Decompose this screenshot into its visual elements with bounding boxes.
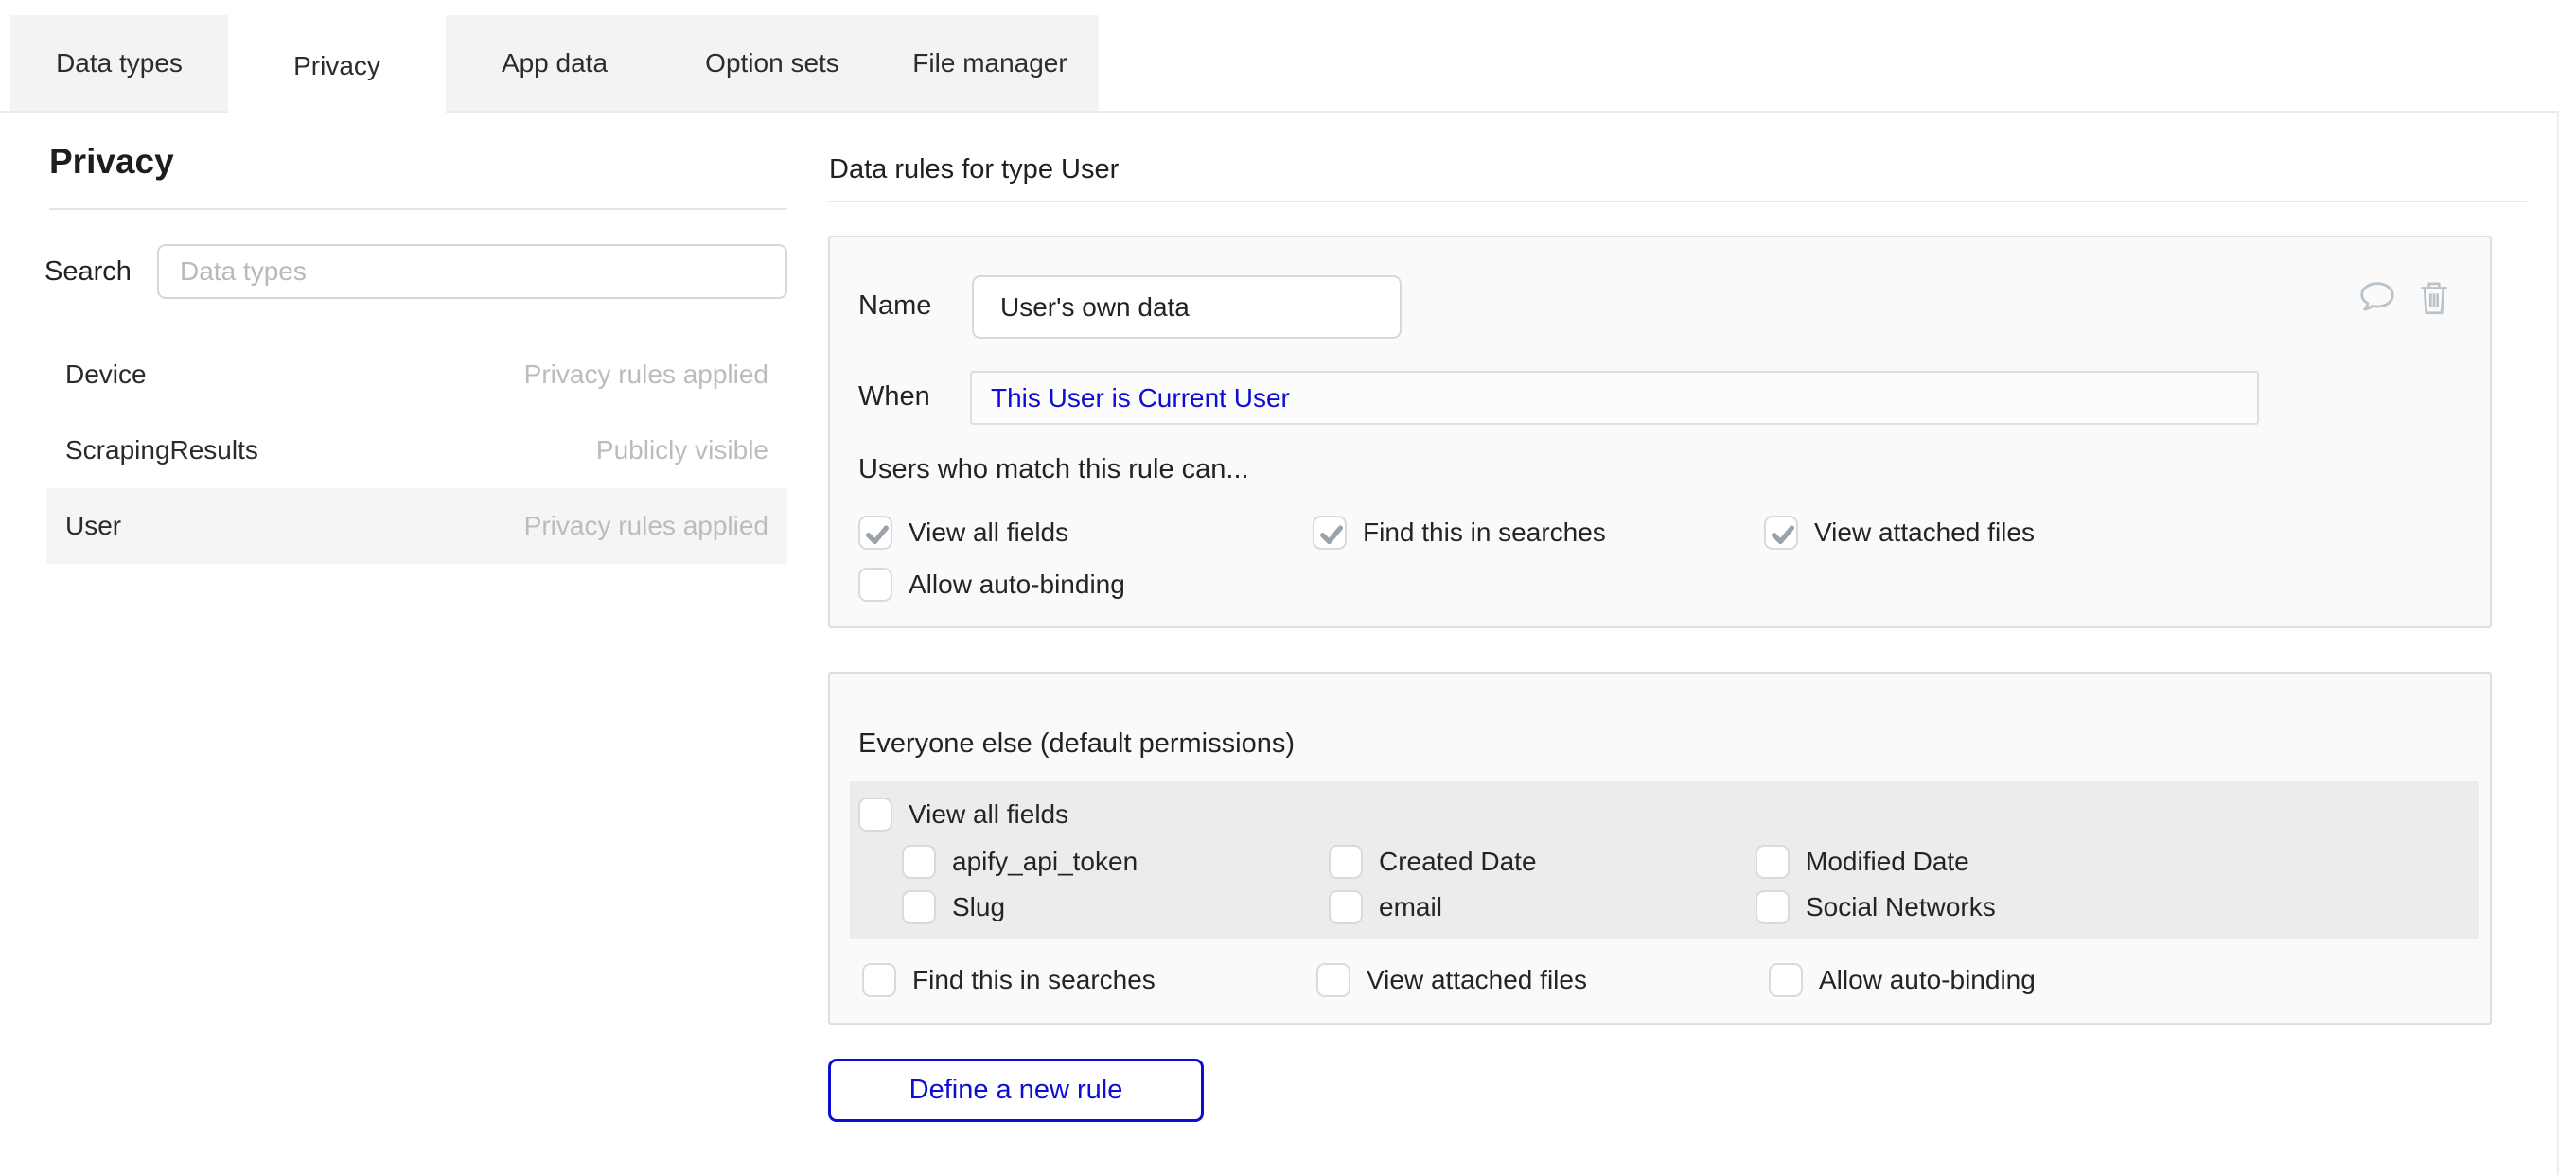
field-social-networks[interactable]: Social Networks bbox=[1756, 890, 1996, 924]
when-label: When bbox=[858, 381, 930, 412]
perm-find-in-searches[interactable]: Find this in searches bbox=[1313, 516, 1606, 550]
default-allow-auto-binding[interactable]: Allow auto-binding bbox=[1769, 963, 2036, 997]
rule-actions bbox=[2355, 275, 2452, 319]
trash-icon[interactable] bbox=[2416, 277, 2452, 317]
checkbox-icon[interactable] bbox=[1769, 963, 1803, 997]
perm-label: View attached files bbox=[1367, 965, 1587, 995]
field-email[interactable]: email bbox=[1329, 890, 1442, 924]
checkbox-icon[interactable] bbox=[1756, 845, 1790, 879]
perm-label: Find this in searches bbox=[1363, 517, 1606, 548]
perm-view-attached-files[interactable]: View attached files bbox=[1764, 516, 2035, 550]
checkbox-icon[interactable] bbox=[902, 890, 936, 924]
default-view-all-fields[interactable]: View all fields bbox=[858, 798, 1068, 832]
checkbox-icon[interactable] bbox=[902, 845, 936, 879]
default-find-in-searches[interactable]: Find this in searches bbox=[862, 963, 1156, 997]
tab-file-manager[interactable]: File manager bbox=[881, 15, 1099, 111]
content-right-border bbox=[2557, 111, 2559, 1175]
default-view-attached-files[interactable]: View attached files bbox=[1316, 963, 1587, 997]
checkbox-icon[interactable] bbox=[1313, 516, 1347, 550]
tab-data-types[interactable]: Data types bbox=[10, 15, 228, 111]
when-condition-text: This User is Current User bbox=[991, 383, 1290, 413]
tab-label: Option sets bbox=[705, 48, 839, 79]
data-rules-header: Data rules for type User bbox=[829, 154, 1119, 185]
field-label: Slug bbox=[952, 892, 1005, 922]
tab-option-sets[interactable]: Option sets bbox=[663, 15, 881, 111]
perm-label: View all fields bbox=[909, 517, 1068, 548]
page-title: Privacy bbox=[49, 142, 174, 182]
checkbox-icon[interactable] bbox=[1756, 890, 1790, 924]
checkbox-icon[interactable] bbox=[1329, 845, 1363, 879]
list-item-device[interactable]: Device Privacy rules applied bbox=[46, 337, 787, 412]
name-label: Name bbox=[858, 290, 931, 322]
perm-label: View all fields bbox=[909, 799, 1068, 830]
datatype-status: Privacy rules applied bbox=[524, 511, 768, 541]
field-modified-date[interactable]: Modified Date bbox=[1756, 845, 1969, 879]
checkbox-icon[interactable] bbox=[1764, 516, 1798, 550]
tab-bar: Data types Privacy App data Option sets … bbox=[10, 15, 1099, 111]
main-divider bbox=[828, 201, 2527, 202]
search-label: Search bbox=[44, 256, 132, 288]
when-condition-box[interactable]: This User is Current User bbox=[970, 371, 2259, 425]
tab-label: Data types bbox=[56, 48, 183, 79]
field-label: email bbox=[1379, 892, 1442, 922]
default-permissions-title: Everyone else (default permissions) bbox=[858, 728, 1295, 760]
perm-label: Allow auto-binding bbox=[1819, 965, 2036, 995]
checkbox-icon[interactable] bbox=[862, 963, 896, 997]
perm-label: View attached files bbox=[1814, 517, 2035, 548]
tab-label: App data bbox=[502, 48, 608, 79]
checkbox-icon[interactable] bbox=[858, 568, 892, 602]
checkbox-icon[interactable] bbox=[1316, 963, 1350, 997]
field-created-date[interactable]: Created Date bbox=[1329, 845, 1537, 879]
checkbox-icon[interactable] bbox=[858, 798, 892, 832]
perm-view-all-fields[interactable]: View all fields bbox=[858, 516, 1068, 550]
list-item-user[interactable]: User Privacy rules applied bbox=[46, 488, 787, 564]
perm-allow-auto-binding[interactable]: Allow auto-binding bbox=[858, 568, 1125, 602]
tab-label: File manager bbox=[912, 48, 1067, 79]
field-label: apify_api_token bbox=[952, 847, 1138, 877]
datatype-name: User bbox=[65, 511, 121, 541]
default-permissions-card: Everyone else (default permissions) View… bbox=[828, 672, 2492, 1025]
checkbox-icon[interactable] bbox=[858, 516, 892, 550]
datatype-name: ScrapingResults bbox=[65, 435, 258, 465]
checkbox-icon[interactable] bbox=[1329, 890, 1363, 924]
field-apify-api-token[interactable]: apify_api_token bbox=[902, 845, 1138, 879]
field-label: Created Date bbox=[1379, 847, 1537, 877]
list-item-scrapingresults[interactable]: ScrapingResults Publicly visible bbox=[46, 412, 787, 488]
sidebar-divider bbox=[49, 208, 787, 210]
tab-label: Privacy bbox=[293, 51, 380, 81]
perm-label: Find this in searches bbox=[912, 965, 1156, 995]
field-label: Social Networks bbox=[1806, 892, 1996, 922]
comment-icon[interactable] bbox=[2355, 275, 2399, 319]
search-input[interactable] bbox=[157, 244, 787, 299]
datatype-name: Device bbox=[65, 360, 147, 390]
privacy-settings-screen: Data types Privacy App data Option sets … bbox=[0, 0, 2576, 1175]
rule-name-input[interactable] bbox=[972, 275, 1402, 339]
define-new-rule-button[interactable]: Define a new rule bbox=[828, 1059, 1204, 1122]
field-label: Modified Date bbox=[1806, 847, 1969, 877]
rule-card: Name When This User is Curr bbox=[828, 236, 2492, 628]
perm-label: Allow auto-binding bbox=[909, 570, 1125, 600]
tab-privacy[interactable]: Privacy bbox=[228, 15, 446, 116]
datatype-status: Publicly visible bbox=[596, 435, 768, 465]
rule-subtitle: Users who match this rule can... bbox=[858, 454, 1249, 485]
field-slug[interactable]: Slug bbox=[902, 890, 1005, 924]
tab-app-data[interactable]: App data bbox=[446, 15, 663, 111]
datatype-status: Privacy rules applied bbox=[524, 360, 768, 390]
